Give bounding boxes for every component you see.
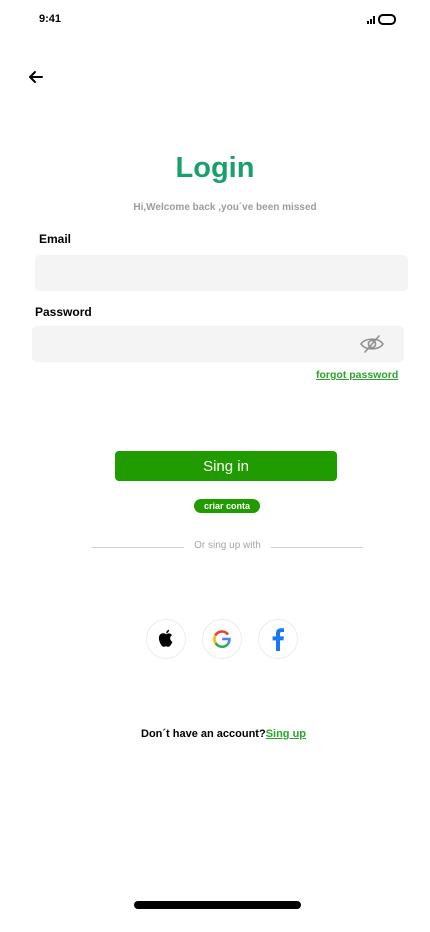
page-subtitle: Hi,Welcome back ,you´ve been missed <box>133 202 317 213</box>
forgot-password-link[interactable]: forgot password <box>316 369 398 381</box>
signup-prompt: Don´t have an account?Sing up <box>141 728 306 740</box>
signal-icon <box>367 15 375 24</box>
password-visibility-toggle[interactable] <box>358 333 386 355</box>
email-field[interactable] <box>35 255 408 291</box>
facebook-icon <box>272 628 284 651</box>
apple-icon <box>158 629 173 647</box>
facebook-signin-button[interactable] <box>258 619 298 659</box>
login-screen: 9:41 Login Hi,Welcome back ,you´ve been … <box>0 0 430 932</box>
apple-signin-button[interactable] <box>146 619 186 659</box>
divider-left <box>92 547 184 548</box>
divider-text: Or sing up with <box>194 540 261 551</box>
create-account-button[interactable]: criar conta <box>194 499 260 513</box>
sign-in-button[interactable]: Sing in <box>115 451 337 481</box>
signup-prompt-text: Don´t have an account? <box>141 728 266 740</box>
status-time: 9:41 <box>39 13 62 25</box>
page-title: Login <box>175 152 255 184</box>
signup-link[interactable]: Sing up <box>266 728 306 740</box>
password-label: Password <box>35 305 92 319</box>
divider-right <box>271 547 363 548</box>
google-icon <box>213 630 231 649</box>
battery-icon <box>378 14 396 25</box>
email-label: Email <box>39 232 72 246</box>
password-field[interactable] <box>32 326 404 362</box>
eye-off-icon <box>360 335 384 353</box>
arrow-left-icon <box>29 71 43 83</box>
google-signin-button[interactable] <box>202 619 242 659</box>
back-button[interactable] <box>26 67 46 87</box>
status-icons <box>367 14 396 25</box>
home-indicator <box>134 901 301 909</box>
